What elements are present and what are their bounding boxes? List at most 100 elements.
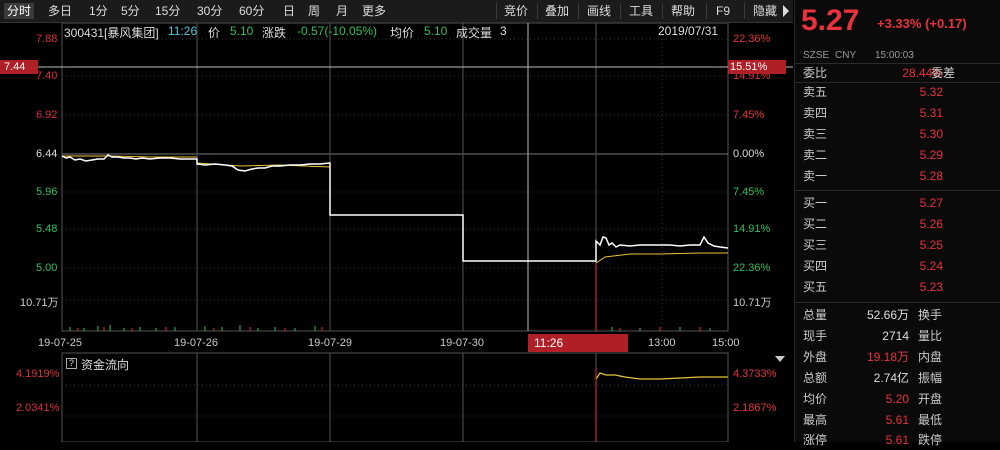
tab-1min[interactable]: 1分 <box>86 3 111 19</box>
stat-label: 现手 <box>803 329 828 343</box>
stat-label-2: 振幅 <box>918 371 943 385</box>
ask-price: 5.30 <box>919 127 943 141</box>
exchange: SZSE <box>803 50 830 61</box>
f9-button[interactable]: F9 <box>713 3 733 19</box>
ask-label: 卖三 <box>803 127 828 141</box>
stat-value: 5.61 <box>885 433 909 447</box>
stat-row: 最高 5.61 最低 <box>803 410 995 430</box>
bid-row[interactable]: 买二 5.26 <box>803 214 995 234</box>
ask-row[interactable]: 卖三 5.30 <box>803 124 995 144</box>
stock-code-name: 300431[暴风集团] <box>64 26 159 40</box>
wei-cha-label: 委差 <box>931 66 956 80</box>
stat-value: 5.61 <box>885 413 909 427</box>
stat-value: 19.18万 <box>866 350 909 364</box>
tab-more[interactable]: 更多 <box>359 3 389 19</box>
draw-line-button[interactable]: 画线 <box>584 3 614 19</box>
cursor-pct-label: 15.51% <box>728 60 786 74</box>
date-tick: 19-07-29 <box>308 337 353 349</box>
pct-tick: 0.00% <box>733 148 765 160</box>
ask-row[interactable]: 卖二 5.29 <box>803 145 995 165</box>
ask-label: 卖四 <box>803 106 828 120</box>
flow-tick-right: 4.3733% <box>733 368 777 380</box>
pct-tick: 22.36% <box>733 262 771 274</box>
stat-value: 2.74亿 <box>873 371 909 385</box>
tab-15min[interactable]: 15分 <box>152 3 183 19</box>
overlay-button[interactable]: 叠加 <box>542 3 572 19</box>
volume-tick-right: 10.71万 <box>733 297 772 309</box>
ask-row[interactable]: 卖五 5.32 <box>803 82 995 102</box>
chart-date: 2019/07/31 <box>658 24 719 38</box>
date-tick: 19-07-30 <box>440 337 485 349</box>
stat-label-2: 量比 <box>918 329 943 343</box>
period-toolbar: 分时 多日 1分 5分 15分 30分 60分 日 周 月 更多 竞价 叠加 画… <box>0 0 793 23</box>
triangle-right-icon <box>783 5 789 17</box>
tab-30min[interactable]: 30分 <box>194 3 225 19</box>
tools-button[interactable]: 工具 <box>626 3 656 19</box>
stat-value: 52.66万 <box>866 308 909 322</box>
price-tick: 6.92 <box>36 109 58 121</box>
stat-label: 涨停 <box>803 433 828 447</box>
bid-row[interactable]: 买三 5.25 <box>803 235 995 255</box>
bid-label: 买三 <box>803 238 828 252</box>
stat-label: 外盘 <box>803 350 828 364</box>
tab-day[interactable]: 日 <box>280 3 298 19</box>
bid-price: 5.26 <box>919 217 943 231</box>
ask-price: 5.32 <box>919 85 943 99</box>
pct-tick: 14.91% <box>733 223 771 235</box>
tab-multi-day[interactable]: 多日 <box>45 3 75 19</box>
pct-tick: 22.36% <box>733 33 771 45</box>
price-tick: 7.40 <box>36 70 58 82</box>
ask-price: 5.31 <box>919 106 943 120</box>
ask-row[interactable]: 卖一 5.28 <box>803 166 995 186</box>
price-label: 价 <box>208 26 221 40</box>
hide-button[interactable]: 隐藏 <box>750 3 780 19</box>
stat-label: 最高 <box>803 413 828 427</box>
quote-panel: 5.27 +3.33% (+0.17) SZSE CNY 15:00:03 委比… <box>794 0 1000 447</box>
cursor-time-label: 11:26 <box>528 334 628 352</box>
help-icon[interactable]: ? <box>66 358 77 369</box>
ask-label: 卖二 <box>803 148 828 162</box>
stat-label-2: 最低 <box>918 413 943 427</box>
stat-row: 外盘 19.18万 内盘 <box>803 347 995 367</box>
stat-label: 总量 <box>803 308 828 322</box>
price-change: +3.33% (+0.17) <box>877 16 967 31</box>
ask-label: 卖一 <box>803 169 828 183</box>
ask-row[interactable]: 卖四 5.31 <box>803 103 995 123</box>
tab-60min[interactable]: 60分 <box>236 3 267 19</box>
help-button[interactable]: 帮助 <box>668 3 698 19</box>
stat-label-2: 跌停 <box>918 433 943 447</box>
tab-month[interactable]: 月 <box>333 3 351 19</box>
pct-tick: 7.45% <box>733 109 765 121</box>
intraday-chart[interactable] <box>0 23 793 442</box>
change-value: -0.57(-10.05%) <box>297 24 378 38</box>
flow-tick-right: 2.1867% <box>733 402 777 414</box>
flow-title: 资金流向 <box>81 358 130 372</box>
chevron-down-icon[interactable] <box>775 356 785 362</box>
volume-value: 3 <box>500 24 507 38</box>
volume-label: 成交量 <box>456 26 493 40</box>
stat-row: 总额 2.74亿 振幅 <box>803 368 995 388</box>
bid-row[interactable]: 买五 5.23 <box>803 277 995 297</box>
info-time: 11:26 <box>168 24 198 38</box>
stat-row: 涨停 5.61 跌停 <box>803 430 995 450</box>
bid-price: 5.23 <box>919 280 943 294</box>
bid-row[interactable]: 买四 5.24 <box>803 256 995 276</box>
flow-tick-left: 4.1919% <box>16 368 60 380</box>
tab-5min[interactable]: 5分 <box>118 3 143 19</box>
bid-row[interactable]: 买一 5.27 <box>803 193 995 213</box>
quote-time: 15:00:03 <box>875 50 914 61</box>
stat-row: 总量 52.66万 换手 <box>803 305 995 325</box>
tab-intraday[interactable]: 分时 <box>4 3 35 19</box>
ask-label: 卖五 <box>803 85 828 99</box>
bidding-button[interactable]: 竞价 <box>501 3 531 19</box>
pct-tick: 7.45% <box>733 186 765 198</box>
bid-price: 5.25 <box>919 238 943 252</box>
bid-price: 5.24 <box>919 259 943 273</box>
tab-week[interactable]: 周 <box>305 3 323 19</box>
bid-price: 5.27 <box>919 196 943 210</box>
date-tick: 19-07-26 <box>174 337 219 349</box>
time-tick: 15:00 <box>712 337 740 349</box>
ask-price: 5.28 <box>919 169 943 183</box>
info-row: 300431[暴风集团] 11:26 价 5.10 涨跌 -0.57(-10.0… <box>64 24 728 40</box>
bid-label: 买四 <box>803 259 828 273</box>
